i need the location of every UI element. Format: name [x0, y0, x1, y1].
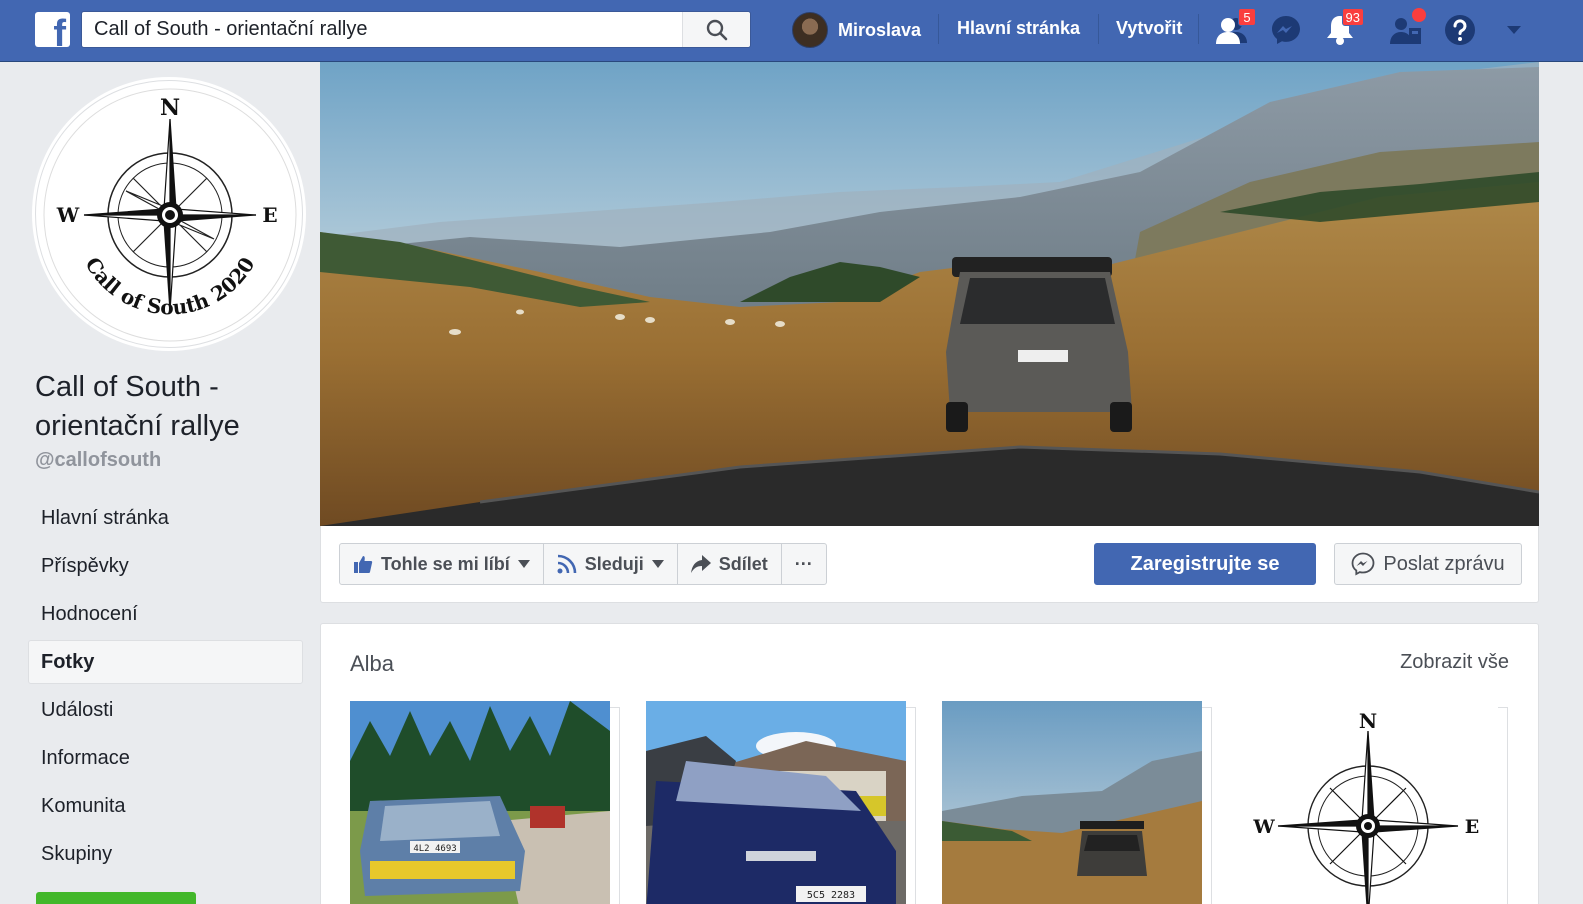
- help-icon: [1445, 15, 1475, 45]
- page-handle[interactable]: @callofsouth: [35, 449, 161, 472]
- caret-down-icon: [517, 560, 530, 568]
- send-message-button[interactable]: Poslat zprávu: [1334, 543, 1522, 585]
- like-page-button[interactable]: Tohle se mi líbí: [340, 544, 544, 584]
- compass-north-label: N: [1359, 709, 1377, 733]
- messenger-button[interactable]: [1268, 12, 1304, 48]
- albums-title: Alba: [350, 651, 395, 676]
- page-management-button[interactable]: [1388, 8, 1426, 48]
- see-all-albums-link[interactable]: Zobrazit vše: [1400, 651, 1509, 674]
- page-sidebar-nav: Hlavní stránka Příspěvky Hodnocení Fotky…: [28, 496, 303, 880]
- share-arrow-icon: [690, 555, 711, 573]
- share-page-button[interactable]: Sdílet: [678, 544, 782, 584]
- nav-divider: [1198, 14, 1199, 44]
- create-link[interactable]: Vytvořit: [1116, 18, 1182, 39]
- page-actions-group: Tohle se mi líbí Sleduji Sdílet ···: [339, 543, 827, 585]
- album-image-opel-car: 5C5 2283: [646, 701, 906, 904]
- notification-dot: [1412, 8, 1426, 22]
- caret-down-icon: [651, 560, 664, 568]
- album-thumbnail[interactable]: 4L2 4693: [350, 701, 620, 904]
- album-image-compass-logo: N W E: [1238, 701, 1498, 904]
- nav-divider: [1098, 14, 1099, 44]
- share-label: Sdílet: [718, 553, 768, 574]
- home-link[interactable]: Hlavní stránka: [957, 18, 1080, 39]
- notifications-badge: 93: [1341, 8, 1364, 26]
- sidebar-item-posts[interactable]: Příspěvky: [28, 544, 303, 588]
- friend-requests-button[interactable]: 5: [1214, 8, 1256, 48]
- search-box: [81, 11, 751, 48]
- friends-badge: 5: [1238, 8, 1256, 26]
- thumbs-up-icon: [354, 556, 373, 573]
- sidebar-item-community[interactable]: Komunita: [28, 784, 303, 828]
- cover-suv: [946, 257, 1132, 432]
- rss-icon: [557, 554, 577, 574]
- messenger-icon: [1352, 552, 1375, 576]
- notifications-button[interactable]: 93: [1322, 8, 1364, 48]
- cover-photo[interactable]: [320, 62, 1539, 526]
- albums-section: Alba Zobrazit vše 4L2 4693 5C5 2283 N W …: [320, 623, 1539, 904]
- facebook-logo-icon[interactable]: f: [35, 12, 70, 47]
- nav-divider: [938, 14, 939, 44]
- album-thumbnail[interactable]: N W E: [1238, 701, 1508, 904]
- compass-east-label: E: [262, 203, 277, 227]
- compass-north-label: N: [160, 95, 180, 121]
- sidebar-item-about[interactable]: Informace: [28, 736, 303, 780]
- album-thumbnail[interactable]: 5C5 2283: [646, 701, 916, 904]
- compass-logo: N W E Call of South 2020: [43, 88, 297, 342]
- account-menu-button[interactable]: [1496, 12, 1532, 48]
- album-thumbnail[interactable]: [942, 701, 1212, 904]
- profile-link[interactable]: Miroslava: [792, 11, 921, 49]
- search-icon: [706, 19, 727, 40]
- sidebar-item-reviews[interactable]: Hodnocení: [28, 592, 303, 636]
- follow-label: Sleduji: [584, 553, 644, 574]
- album-image-blue-car-forest: 4L2 4693: [350, 701, 610, 904]
- user-avatar: [792, 12, 828, 48]
- help-button[interactable]: [1442, 12, 1478, 48]
- caret-down-icon: [1507, 26, 1521, 34]
- album-plate-text: 4L2 4693: [413, 844, 456, 854]
- send-message-label: Poslat zprávu: [1383, 552, 1505, 575]
- messenger-icon: [1272, 16, 1300, 44]
- sidebar-item-photos[interactable]: Fotky: [28, 640, 303, 684]
- signup-button[interactable]: Zaregistrujte se: [1094, 543, 1316, 585]
- sidebar-item-groups[interactable]: Skupiny: [28, 832, 303, 876]
- search-button[interactable]: [682, 12, 750, 47]
- like-label: Tohle se mi líbí: [381, 553, 510, 574]
- sidebar-item-events[interactable]: Události: [28, 688, 303, 732]
- album-plate-text: 5C5 2283: [807, 890, 855, 901]
- album-image-suv-meadow: [942, 701, 1202, 904]
- compass-east-label: E: [1465, 816, 1479, 838]
- create-page-button-edge[interactable]: [36, 892, 196, 904]
- more-options-button[interactable]: ···: [782, 544, 826, 584]
- user-name: Miroslava: [838, 19, 922, 40]
- compass-west-label: W: [56, 203, 80, 227]
- more-options-icon: ···: [794, 553, 813, 574]
- sidebar-item-home[interactable]: Hlavní stránka: [28, 496, 303, 540]
- page-profile-picture[interactable]: N W E Call of South 2020: [35, 80, 303, 348]
- top-navigation-bar: f Miroslava Hlavní stránka Vytvořit 5: [0, 0, 1583, 62]
- cover-landscape-image: [320, 62, 1539, 526]
- compass-west-label: W: [1252, 816, 1275, 838]
- page-action-bar: Tohle se mi líbí Sleduji Sdílet ··· Zare…: [320, 526, 1539, 603]
- page-title[interactable]: Call of South - orientační rallye: [35, 368, 315, 446]
- search-input[interactable]: [82, 12, 682, 47]
- follow-page-button[interactable]: Sleduji: [544, 544, 678, 584]
